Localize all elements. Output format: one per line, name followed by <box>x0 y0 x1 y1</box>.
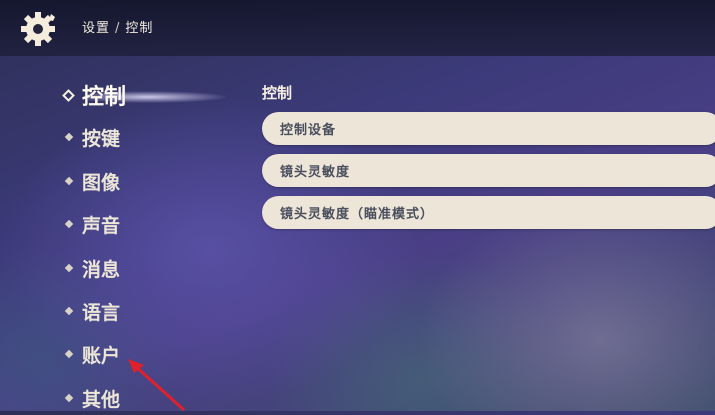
top-bar: 设置 / 控制 <box>0 0 715 56</box>
setting-row-label: 控制设备 <box>280 123 337 138</box>
nav-item-label: 图像 <box>82 171 121 194</box>
bullet-icon <box>64 306 74 316</box>
setting-row-camera-sensitivity[interactable]: 镜头灵敏度 <box>262 154 715 187</box>
nav-item-control[interactable]: 控制 <box>62 78 127 112</box>
breadcrumb: 设置 / 控制 <box>82 17 153 36</box>
nav-item-label: 声音 <box>82 214 121 237</box>
nav-item-keys[interactable]: 按键 <box>64 120 120 154</box>
section-title: 控制 <box>262 84 293 102</box>
bullet-icon <box>64 349 74 359</box>
nav-item-label: 控制 <box>82 85 127 110</box>
bullet-icon <box>64 263 74 273</box>
bullet-icon <box>64 132 74 142</box>
nav-item-label: 消息 <box>82 258 121 281</box>
setting-row-label: 镜头灵敏度（瞄准模式） <box>280 207 435 222</box>
setting-row-control-device[interactable]: 控制设备 <box>262 112 715 145</box>
nav-item-label: 账户 <box>82 344 121 367</box>
nav-item-other[interactable]: 其他 <box>64 381 120 415</box>
breadcrumb-root[interactable]: 设置 <box>82 21 110 36</box>
setting-row-aim-sensitivity[interactable]: 镜头灵敏度（瞄准模式） <box>262 196 715 229</box>
nav-item-account[interactable]: 账户 <box>64 337 120 371</box>
bullet-icon <box>64 219 74 229</box>
nav-item-messages[interactable]: 消息 <box>64 251 120 285</box>
nav-item-language[interactable]: 语言 <box>64 294 120 328</box>
breadcrumb-current: 控制 <box>125 21 154 36</box>
red-arrow-annotation <box>128 359 186 411</box>
nav-item-graphics[interactable]: 图像 <box>64 164 120 198</box>
bullet-icon <box>64 393 74 403</box>
nav-item-label: 按键 <box>82 127 121 150</box>
bullet-icon <box>64 176 74 186</box>
setting-row-label: 镜头灵敏度 <box>280 165 351 180</box>
diamond-icon <box>62 88 75 102</box>
nav-item-label: 语言 <box>82 301 121 324</box>
nav-item-audio[interactable]: 声音 <box>64 207 120 241</box>
breadcrumb-separator: / <box>115 21 121 36</box>
gear-icon[interactable] <box>18 8 62 48</box>
nav-item-label: 其他 <box>82 388 121 411</box>
